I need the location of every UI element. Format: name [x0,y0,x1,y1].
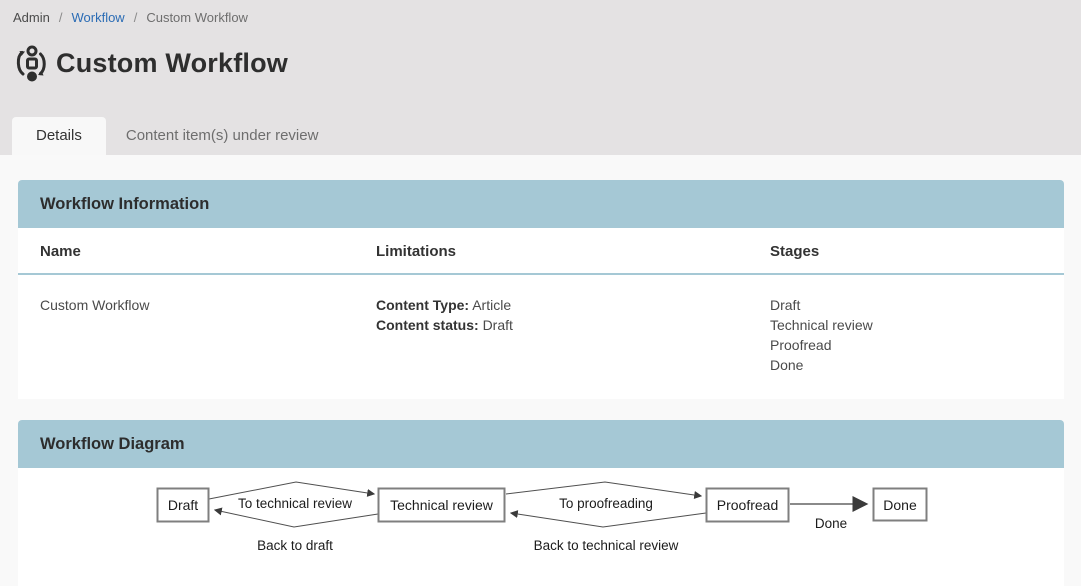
edge-to-proofreading [506,482,701,496]
tab-details[interactable]: Details [12,117,106,155]
tab-bar: Details Content item(s) under review [12,117,338,155]
cell-name: Custom Workflow [40,275,376,399]
column-header-limitations: Limitations [376,228,770,273]
limitation-content-type: Content Type: Article [376,295,770,315]
limitation-label: Content status: [376,317,479,333]
column-header-stages: Stages [770,228,1042,273]
main-content: Workflow Information Name Limitations St… [0,155,1081,586]
page-header: Admin / Workflow / Custom Workflow [0,0,1081,155]
workflow-information-panel-header: Workflow Information [18,180,1064,228]
workflow-icon [11,43,47,83]
stage-item: Draft [770,295,1042,315]
limitation-value: Draft [483,317,513,333]
node-label-draft: Draft [168,497,198,513]
column-header-name: Name [40,228,376,273]
page: Admin / Workflow / Custom Workflow [0,0,1081,586]
stage-item: Technical review [770,315,1042,335]
workflow-diagram: To technical review Back to draft To pro… [18,468,1064,586]
edge-back-to-draft [215,510,378,527]
breadcrumb-separator: / [134,10,138,25]
workflow-diagram-panel-header: Workflow Diagram [18,420,1064,468]
title-row: Custom Workflow [11,43,1081,83]
breadcrumb-item-admin[interactable]: Admin [13,10,50,25]
limitation-content-status: Content status: Draft [376,315,770,335]
tab-content-items-under-review[interactable]: Content item(s) under review [106,117,339,155]
breadcrumb: Admin / Workflow / Custom Workflow [0,0,1081,25]
node-label-proofread: Proofread [717,497,778,513]
table-header-row: Name Limitations Stages [18,228,1064,275]
table-row: Custom Workflow Content Type: Article Co… [18,275,1064,399]
cell-stages: Draft Technical review Proofread Done [770,275,1042,399]
workflow-information-title: Workflow Information [40,195,209,214]
edge-label-back-to-technical-review: Back to technical review [534,538,679,553]
stage-item: Done [770,355,1042,375]
workflow-diagram-body: To technical review Back to draft To pro… [18,468,1064,586]
breadcrumb-separator: / [59,10,63,25]
limitation-value: Article [472,297,511,313]
workflow-information-body: Name Limitations Stages Custom Workflow … [18,228,1064,399]
limitation-label: Content Type: [376,297,469,313]
workflow-diagram-title: Workflow Diagram [40,435,185,454]
edge-label-done: Done [815,516,847,531]
cell-limitations: Content Type: Article Content status: Dr… [376,275,770,399]
workflow-diagram-panel: Workflow Diagram To techn [18,420,1064,586]
node-label-done: Done [883,497,917,513]
breadcrumb-item-workflow[interactable]: Workflow [71,10,124,25]
edge-label-back-to-draft: Back to draft [257,538,333,553]
stage-item: Proofread [770,335,1042,355]
breadcrumb-item-current: Custom Workflow [146,10,248,25]
edge-label-to-technical-review: To technical review [238,496,352,511]
workflow-information-panel: Workflow Information Name Limitations St… [18,180,1064,399]
edge-back-to-technical-review [511,513,706,527]
edge-label-to-proofreading: To proofreading [559,496,653,511]
page-title: Custom Workflow [56,48,288,79]
node-label-technical-review: Technical review [390,497,494,513]
